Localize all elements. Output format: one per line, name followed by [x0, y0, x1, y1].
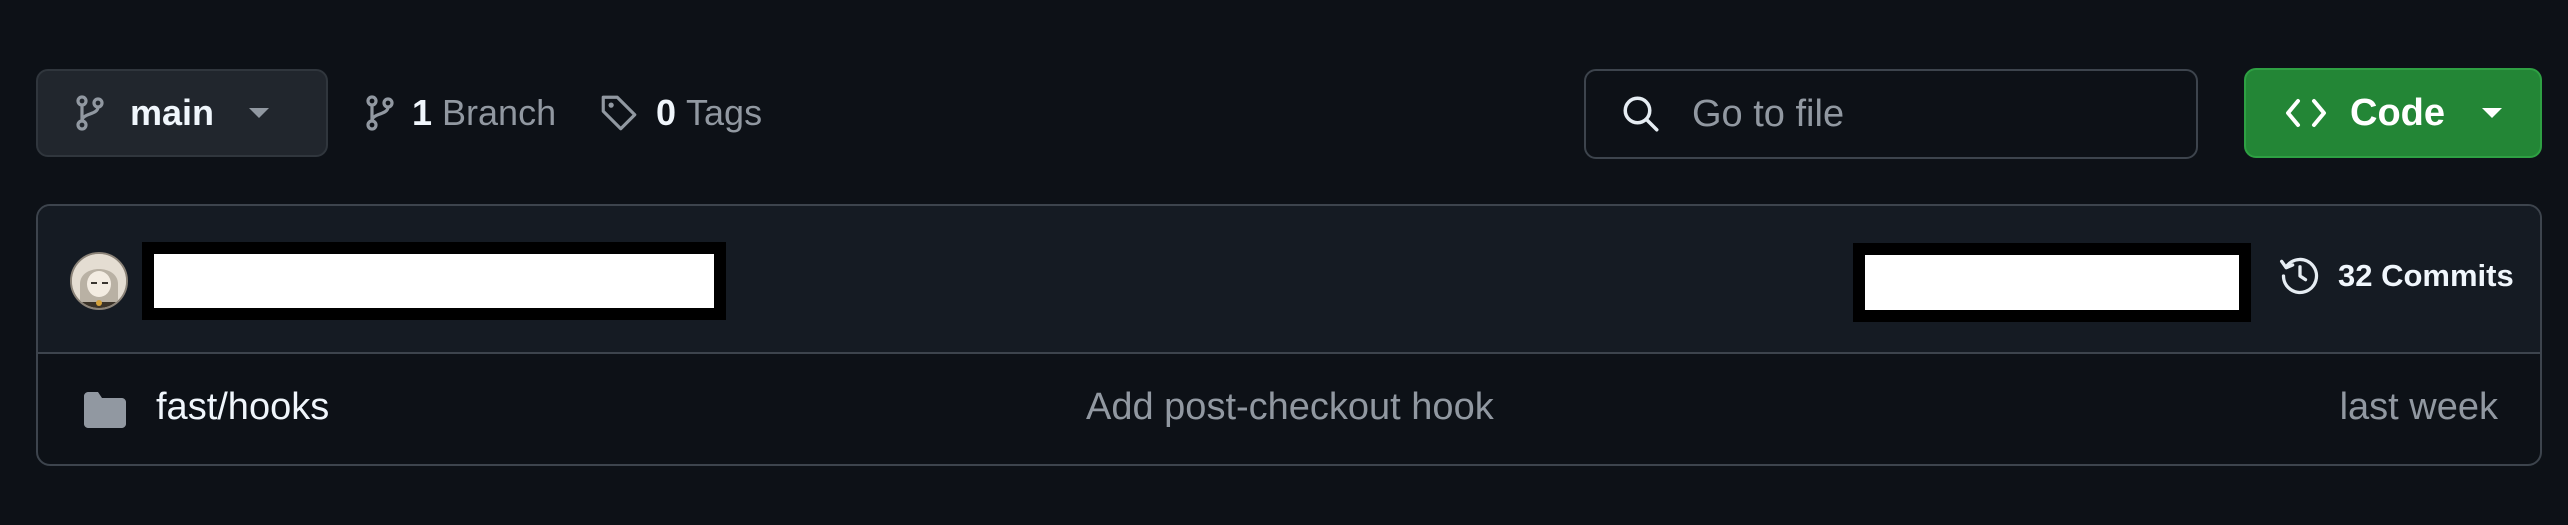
branch-name: main	[130, 92, 215, 133]
code-button-label: Code	[2350, 91, 2445, 134]
go-to-file-search[interactable]	[1584, 69, 2198, 159]
redacted-commit-hash-date	[1853, 243, 2251, 322]
tag-label-text: Tags	[686, 92, 763, 133]
tags-label: 0 Tags	[656, 92, 762, 134]
file-list-box: 32 Commits fast/hooks Add post-checkout …	[36, 204, 2542, 466]
avatar[interactable]	[70, 252, 128, 310]
history-icon	[2278, 254, 2322, 298]
file-commit-message-link[interactable]: Add post-checkout hook	[1086, 386, 1494, 429]
file-updated-time: last week	[2339, 386, 2498, 428]
branches-link[interactable]: 1 Branch	[364, 92, 556, 134]
caret-down-icon	[248, 107, 270, 119]
commit-count: 32 Commits	[2338, 258, 2514, 293]
redacted-commit-author-message	[142, 242, 726, 320]
git-branch-icon	[364, 93, 396, 133]
latest-commit-bar: 32 Commits	[38, 206, 2540, 354]
branch-label-text: Branch	[442, 92, 557, 133]
file-row[interactable]: fast/hooks Add post-checkout hook last w…	[38, 354, 2540, 464]
file-name-link[interactable]: fast/hooks	[156, 386, 329, 429]
branches-label: 1 Branch	[412, 92, 556, 134]
git-branch-icon	[74, 93, 106, 133]
tag-icon	[598, 92, 640, 134]
folder-icon	[82, 390, 128, 430]
branch-selector-button[interactable]: main	[36, 69, 328, 157]
tags-link[interactable]: 0 Tags	[598, 92, 762, 134]
code-icon	[2284, 97, 2328, 129]
go-to-file-input[interactable]	[1692, 92, 2172, 136]
tag-count: 0	[656, 92, 677, 133]
caret-down-icon	[2481, 107, 2503, 119]
commits-link[interactable]: 32 Commits	[2278, 254, 2514, 298]
code-button[interactable]: Code	[2244, 68, 2542, 158]
branch-count: 1	[412, 92, 433, 133]
search-icon	[1620, 93, 1662, 135]
